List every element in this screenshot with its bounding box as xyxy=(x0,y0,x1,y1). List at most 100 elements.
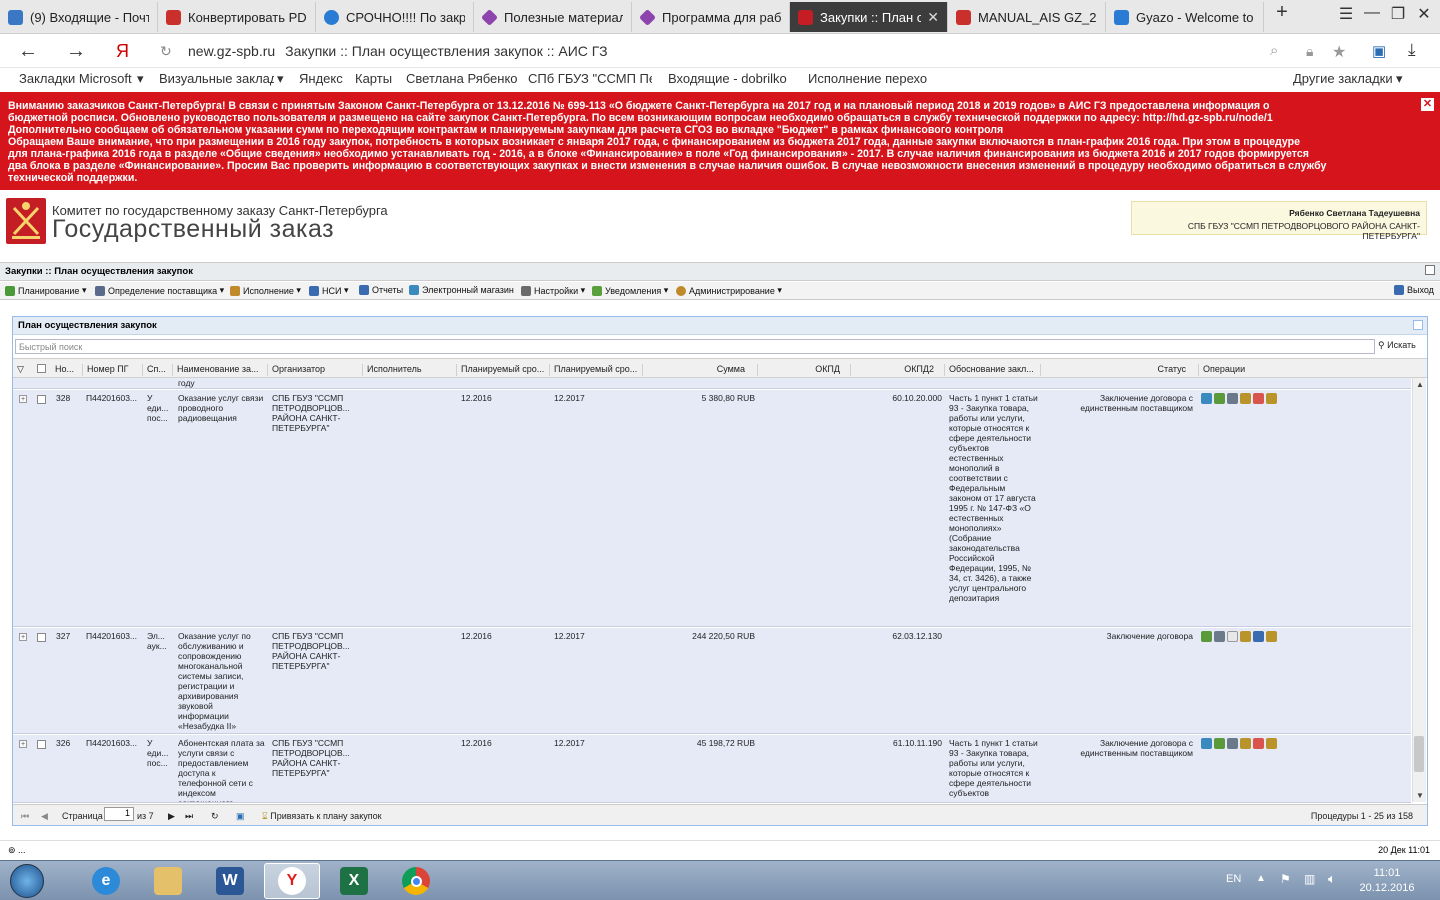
row-checkbox[interactable] xyxy=(37,395,46,404)
search-button[interactable]: ⚲ Искать xyxy=(1378,340,1416,351)
refresh-icon[interactable] xyxy=(1413,320,1423,330)
document-icon[interactable] xyxy=(1227,631,1238,642)
menu-nsi[interactable]: НСИ ▾ xyxy=(309,285,349,296)
prev-page-icon[interactable]: ◀ xyxy=(41,811,48,822)
expand-icon[interactable]: + xyxy=(19,740,27,748)
emblem-icon[interactable] xyxy=(1240,631,1251,642)
new-tab-button[interactable]: + xyxy=(1268,1,1296,24)
document-icon[interactable] xyxy=(1253,393,1264,404)
col-method[interactable]: Сп... xyxy=(145,364,173,376)
menu-eshop[interactable]: Электронный магазин xyxy=(409,285,514,295)
tab-useful-materials[interactable]: Полезные материал xyxy=(474,2,632,32)
yandex-logo-icon[interactable]: Я xyxy=(116,41,129,62)
col-sum[interactable]: Сумма xyxy=(645,364,758,376)
quick-search-input[interactable]: Быстрый поиск xyxy=(15,339,1375,354)
expand-icon[interactable]: + xyxy=(19,633,27,641)
bookmark-item[interactable]: Закладки Microsoft xyxy=(19,71,134,86)
back-arrow-icon[interactable]: ← xyxy=(18,40,38,63)
bookmark-item[interactable]: Входящие - dobrilko xyxy=(668,71,792,86)
table-row[interactable]: + 327 П44201603... Эл... аук... Оказание… xyxy=(13,628,1411,734)
taskbar-yandex[interactable]: Y xyxy=(264,863,320,899)
bookmark-item[interactable]: Визуальные заклад xyxy=(159,71,274,86)
edit-icon[interactable] xyxy=(1201,738,1212,749)
bind-to-plan-button[interactable]: ⌛︎ Привязать к плану закупок xyxy=(262,811,382,822)
url-field[interactable]: new.gz-spb.ru Закупки :: План осуществле… xyxy=(188,39,1388,63)
download-icon[interactable]: ⤓ xyxy=(1408,40,1416,60)
chart-icon[interactable] xyxy=(1214,738,1225,749)
table-row[interactable]: + 328 П44201603... У еди... пос... Оказа… xyxy=(13,390,1411,627)
page-number-input[interactable]: 1 xyxy=(104,807,134,821)
bookmark-item[interactable]: Исполнение перехо xyxy=(808,71,932,86)
col-pg-number[interactable]: Номер ПГ xyxy=(85,364,143,376)
tray-arrow-icon[interactable]: ▲ xyxy=(1256,873,1266,884)
minimize-icon[interactable]: — xyxy=(1358,4,1386,22)
network-icon[interactable]: ▥ xyxy=(1304,872,1315,886)
tab-program[interactable]: Программа для раб xyxy=(632,2,790,32)
hourglass-icon[interactable] xyxy=(1266,631,1277,642)
hourglass-icon[interactable] xyxy=(1266,393,1277,404)
close-alert-icon[interactable]: ✕ xyxy=(1421,98,1434,111)
tab-zakupki-active[interactable]: Закупки :: План о ✕ xyxy=(790,2,948,32)
bookmark-item[interactable]: СПб ГБУЗ "ССМП Пе xyxy=(528,71,652,86)
row-checkbox[interactable] xyxy=(37,633,46,642)
col-name[interactable]: Наименование за... xyxy=(175,364,268,376)
menu-execution[interactable]: Исполнение ▾ xyxy=(230,285,301,296)
bookmark-item[interactable]: Светлана Рябенко xyxy=(406,71,518,86)
star-icon[interactable]: ★ xyxy=(1332,42,1346,62)
close-tab-icon[interactable]: ✕ xyxy=(927,9,939,26)
col-number[interactable]: Но... xyxy=(53,364,83,376)
scroll-up-icon[interactable]: ▲ xyxy=(1416,380,1424,389)
taskbar-clock[interactable]: 11:01 20.12.2016 xyxy=(1350,866,1424,896)
language-indicator[interactable]: EN xyxy=(1226,873,1241,885)
forward-arrow-icon[interactable]: → xyxy=(66,40,86,63)
col-okpd2[interactable]: ОКПД2 xyxy=(853,364,945,376)
menu-reports[interactable]: Отчеты xyxy=(359,285,403,295)
close-window-icon[interactable]: ✕ xyxy=(1410,4,1438,24)
scrollbar-thumb[interactable] xyxy=(1414,736,1424,772)
bookmark-item[interactable]: Карты xyxy=(355,71,392,86)
restore-icon[interactable]: ❐ xyxy=(1384,4,1412,24)
emblem-icon[interactable] xyxy=(1240,738,1251,749)
menu-settings[interactable]: Настройки ▾ xyxy=(521,285,585,296)
lock-icon[interactable]: 🔒︎ xyxy=(1306,43,1313,60)
tab-convert-pdf[interactable]: Конвертировать PDF xyxy=(158,2,316,32)
filter-clear-icon[interactable]: ▽ xyxy=(15,364,35,376)
tab-urgent[interactable]: СРОЧНО!!!! По закр xyxy=(316,2,474,32)
taskbar-chrome[interactable] xyxy=(388,863,444,899)
col-status[interactable]: Статус xyxy=(1043,364,1199,376)
tab-manual[interactable]: MANUAL_AIS GZ_20 xyxy=(948,2,1106,32)
search-icon[interactable]: ⌕ xyxy=(1270,42,1278,59)
exit-button[interactable]: Выход xyxy=(1394,285,1434,295)
taskbar-word[interactable]: W xyxy=(202,863,258,899)
report-icon[interactable] xyxy=(1253,631,1264,642)
extension-icon[interactable]: ▣ xyxy=(1372,42,1386,60)
settings-icon[interactable] xyxy=(1214,631,1225,642)
emblem-icon[interactable] xyxy=(1240,393,1251,404)
select-all-checkbox[interactable] xyxy=(37,364,46,373)
document-icon[interactable] xyxy=(1253,738,1264,749)
menu-supplier[interactable]: Определение поставщика ▾ xyxy=(95,285,224,296)
other-bookmarks[interactable]: Другие закладки xyxy=(1293,71,1393,86)
table-row[interactable]: + 326 П44201603... У еди... пос... Абоне… xyxy=(13,735,1411,803)
chevron-down-icon[interactable]: ▾ xyxy=(1396,71,1403,87)
col-basis[interactable]: Обоснование закл... xyxy=(947,364,1041,376)
chart-icon[interactable] xyxy=(1201,631,1212,642)
col-operations[interactable]: Операции xyxy=(1201,364,1401,376)
menu-planning[interactable]: Планирование ▾ xyxy=(5,285,86,296)
volume-icon[interactable]: 🔈︎ xyxy=(1328,871,1336,887)
col-okpd[interactable]: ОКПД xyxy=(760,364,851,376)
col-planned-date-2[interactable]: Планируемый сро... xyxy=(552,364,643,376)
collapse-icon[interactable] xyxy=(1425,265,1435,275)
reload-icon[interactable]: ↻ xyxy=(160,43,172,60)
tab-inbox[interactable]: (9) Входящие - Почт xyxy=(0,2,158,32)
menu-admin[interactable]: Администрирование ▾ xyxy=(676,285,782,296)
flag-icon[interactable]: ⚑ xyxy=(1280,872,1291,886)
col-executor[interactable]: Исполнитель xyxy=(365,364,457,376)
chart-icon[interactable] xyxy=(1214,393,1225,404)
menu-icon[interactable]: ☰ xyxy=(1332,4,1360,24)
col-planned-date-1[interactable]: Планируемый сро... xyxy=(459,364,550,376)
scroll-down-icon[interactable]: ▼ xyxy=(1416,791,1424,800)
next-page-icon[interactable]: ▶ xyxy=(168,811,175,822)
save-icon[interactable]: ▣ xyxy=(236,811,245,822)
start-button[interactable] xyxy=(2,863,52,899)
